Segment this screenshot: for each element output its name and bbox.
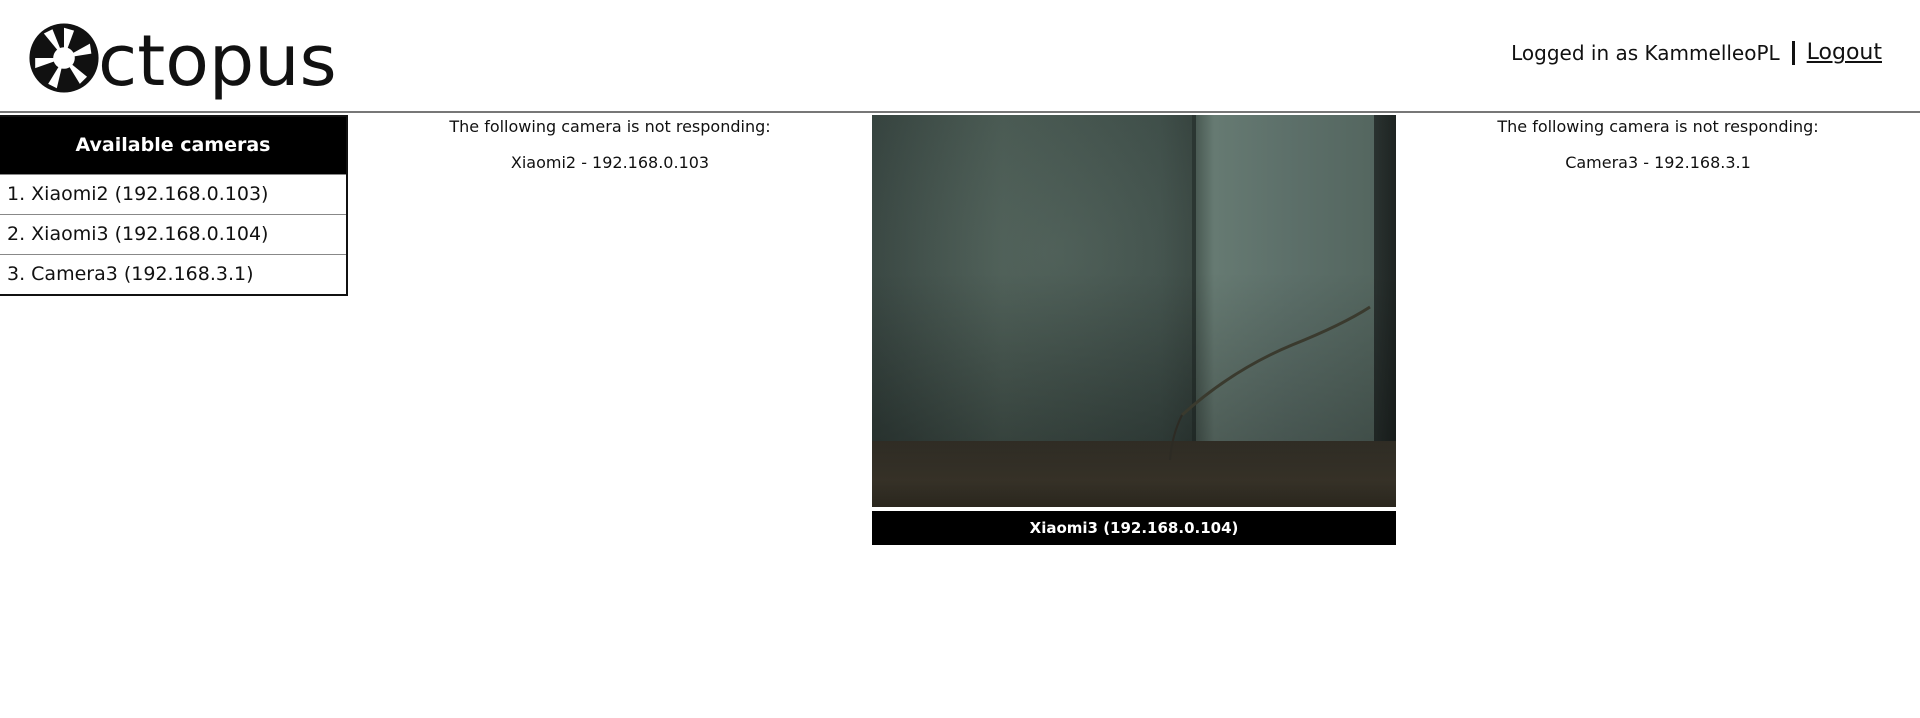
video-caption: Xiaomi3 (192.168.0.104): [872, 511, 1396, 545]
sidebar-item-xiaomi2[interactable]: 1. Xiaomi2 (192.168.0.103): [0, 174, 346, 214]
octopus-logo[interactable]: ctopus: [28, 16, 337, 100]
sidebar-item-xiaomi3[interactable]: 2. Xiaomi3 (192.168.0.104): [0, 214, 346, 254]
video-cable: [1169, 305, 1371, 461]
camera-panel-xiaomi2: The following camera is not responding: …: [390, 115, 830, 173]
camera-panel-xiaomi3: Xiaomi3 (192.168.0.104): [872, 115, 1396, 545]
sidebar-title: Available cameras: [0, 117, 346, 174]
header: ctopus Logged in as KammelleoPL Logout: [0, 0, 1920, 113]
logo-wordmark: ctopus: [98, 20, 337, 102]
aperture-logo-icon: [29, 23, 99, 93]
sidebar-item-camera3[interactable]: 3. Camera3 (192.168.3.1): [0, 254, 346, 294]
separator: [1791, 40, 1795, 65]
not-responding-message: The following camera is not responding:: [449, 117, 771, 136]
camera-identifier: Xiaomi2 - 192.168.0.103: [510, 153, 710, 172]
logged-in-text: Logged in as KammelleoPL: [1511, 40, 1780, 65]
camera-identifier: Camera3 - 192.168.3.1: [1565, 153, 1751, 172]
camera-sidebar: Available cameras 1. Xiaomi2 (192.168.0.…: [0, 115, 348, 296]
camera-panel-camera3: The following camera is not responding: …: [1438, 115, 1878, 173]
not-responding-message: The following camera is not responding:: [1497, 117, 1819, 136]
camera-video-feed[interactable]: [872, 115, 1396, 507]
logout-link[interactable]: Logout: [1807, 40, 1882, 65]
user-area: Logged in as KammelleoPL Logout: [1511, 40, 1882, 65]
